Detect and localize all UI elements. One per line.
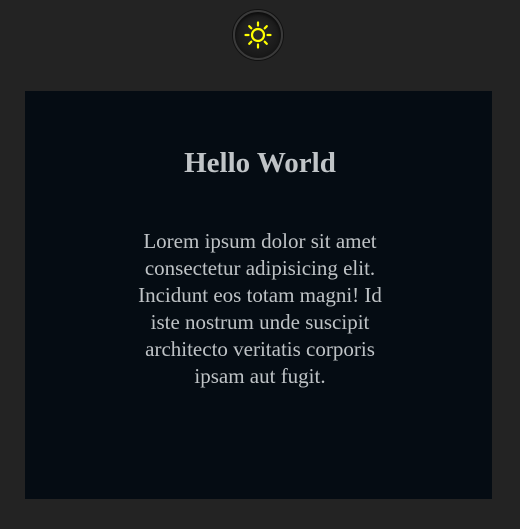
- card-title: Hello World: [184, 147, 336, 179]
- theme-toggle-button[interactable]: [233, 10, 283, 60]
- sun-icon: [244, 21, 272, 49]
- card-body-text: Lorem ipsum dolor sit amet consectetur a…: [138, 229, 382, 388]
